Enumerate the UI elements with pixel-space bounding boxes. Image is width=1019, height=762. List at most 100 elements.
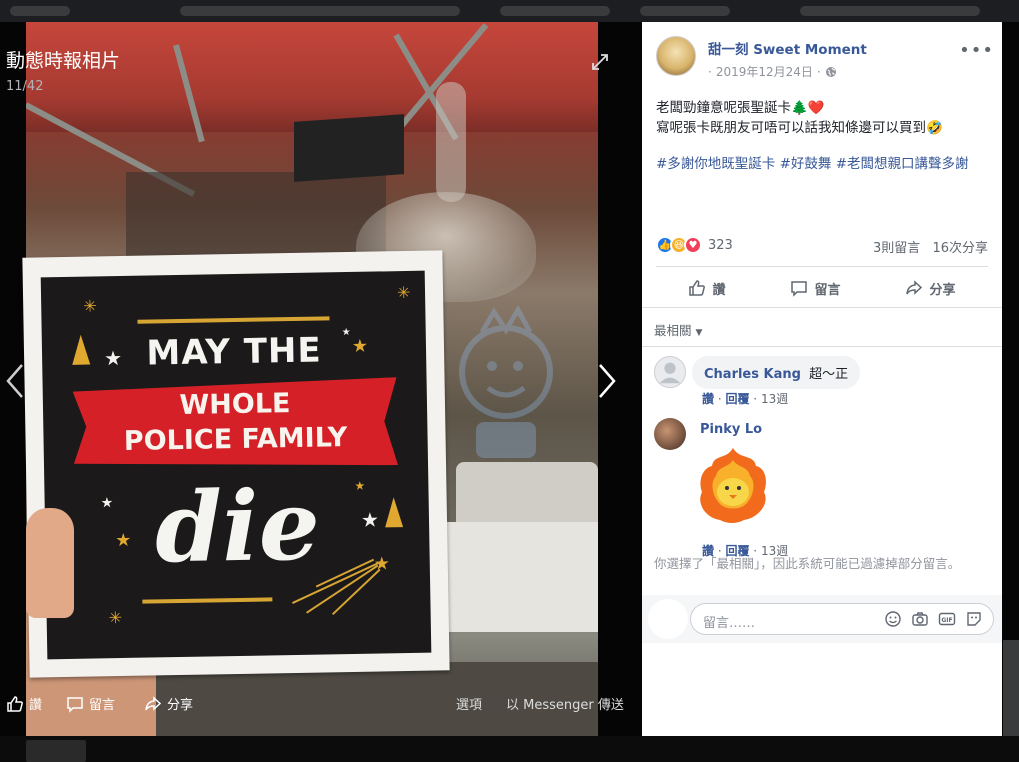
- card-star-icon: ✳: [108, 608, 123, 628]
- comment-input-placeholder: 留言……: [703, 616, 756, 631]
- dot-separator: ·: [708, 64, 712, 79]
- viewer-share-label: 分享: [167, 698, 194, 713]
- photo-viewer: MAY THE WHOLE POLICE FAMILY die ✳ ✳ ★ ★ …: [0, 0, 1019, 762]
- like-button-label: 讚: [712, 282, 726, 298]
- viewer-like-button[interactable]: 讚: [6, 694, 42, 713]
- post-body: 老闆勁鐘意呢張聖誕卡🌲❤️ 寫呢張卡既朋友可唔可以話我知條邊可以買到🤣 #多謝你…: [656, 98, 992, 174]
- viewer-bottom-bar: 讚 留言 分享 選項 以 Messenger 傳送: [0, 688, 640, 720]
- viewer-options-button[interactable]: 選項: [456, 694, 482, 713]
- viewer-title: 動態時報相片: [6, 50, 121, 72]
- comment-time[interactable]: 13週: [761, 392, 788, 406]
- globe-icon: [825, 66, 836, 77]
- comment-count-link[interactable]: 3則留言: [873, 241, 920, 256]
- card-shooting-star-trail: [292, 558, 383, 616]
- comment-text: 超～正: [809, 367, 849, 382]
- more-options-icon[interactable]: •••: [959, 40, 994, 61]
- next-photo-arrow-icon[interactable]: [596, 362, 618, 400]
- background-tab: [26, 740, 86, 762]
- card-star-icon: ★: [115, 529, 132, 552]
- love-reaction-icon: ♥: [684, 236, 702, 254]
- photo-awning: [26, 22, 598, 132]
- share-button[interactable]: 分享: [905, 272, 956, 304]
- emoji-icon[interactable]: [884, 610, 902, 628]
- post-date[interactable]: 2019年12月24日: [716, 63, 813, 80]
- viewer-like-label: 讚: [29, 698, 43, 713]
- card-tree-icon: [71, 334, 91, 365]
- gif-icon[interactable]: GIF: [938, 610, 956, 628]
- photo-counter: 11/42: [6, 79, 44, 94]
- card-text-may-the: MAY THE: [146, 330, 322, 374]
- card-face: MAY THE WHOLE POLICE FAMILY die ✳ ✳ ★ ★ …: [40, 270, 432, 660]
- my-avatar: [648, 599, 688, 639]
- divider: [642, 346, 1002, 347]
- viewer-comment-label: 留言: [89, 698, 116, 713]
- viewer-share-button[interactable]: 分享: [144, 694, 193, 713]
- greeting-card: MAY THE WHOLE POLICE FAMILY die ✳ ✳ ★ ★ …: [22, 250, 450, 678]
- card-star-icon: ✳: [396, 282, 411, 303]
- background-scrollbar: [1003, 640, 1019, 736]
- card-text-police-family: POLICE FAMILY: [123, 422, 348, 457]
- post-stats: 👍 😆 ♥ 323 3則留言 16次分享: [656, 234, 988, 256]
- card-gold-line: [142, 597, 273, 604]
- thumbs-up-icon: [689, 280, 706, 296]
- comment-like-link[interactable]: 讚: [702, 392, 714, 406]
- card-star-icon: ★: [100, 495, 114, 512]
- post-panel: 甜一刻 Sweet Moment · 2019年12月24日 · ••• 老闆勁…: [642, 22, 1002, 736]
- like-button[interactable]: 讚: [688, 272, 726, 304]
- post-header: 甜一刻 Sweet Moment · 2019年12月24日 · •••: [656, 36, 996, 80]
- commenter-name[interactable]: Charles Kang: [704, 367, 801, 382]
- commenter-name[interactable]: Pinky Lo: [700, 422, 762, 437]
- comment-icon: [791, 281, 808, 297]
- card-gold-line: [137, 316, 330, 324]
- viewer-comment-button[interactable]: 留言: [66, 694, 115, 713]
- previous-photo-arrow-icon[interactable]: [4, 362, 26, 400]
- post-actions: 讚 留言 分享: [656, 272, 988, 304]
- page-name-link[interactable]: 甜一刻 Sweet Moment: [708, 38, 867, 58]
- card-star-icon: ★: [351, 335, 369, 357]
- share-arrow-icon: [145, 695, 162, 711]
- card-star-icon: ★: [341, 326, 351, 339]
- divider: [656, 266, 988, 267]
- card-star-icon: ★: [360, 507, 380, 532]
- card-star-icon: ★: [103, 345, 123, 371]
- page-avatar[interactable]: [656, 36, 696, 76]
- share-arrow-icon: [906, 280, 923, 295]
- background-footer: [0, 736, 1019, 762]
- camera-icon[interactable]: [911, 610, 929, 628]
- photo-lamp: [436, 82, 466, 202]
- share-button-label: 分享: [929, 282, 956, 298]
- blurred-element: [10, 6, 70, 16]
- comment-button[interactable]: 留言: [790, 272, 841, 304]
- default-avatar-icon: [659, 362, 681, 384]
- post-meta: · 2019年12月24日 ·: [708, 63, 837, 80]
- blurred-search: [180, 6, 460, 16]
- post-counts: 3則留言 16次分享: [865, 237, 988, 256]
- post-hashtags[interactable]: #多謝你地既聖誕卡 #好鼓舞 #老闆想親口講聲多謝: [656, 154, 992, 174]
- composer-icons: GIF: [884, 610, 983, 628]
- viewer-messenger-button[interactable]: 以 Messenger 傳送: [506, 694, 624, 713]
- share-count-link[interactable]: 16次分享: [932, 241, 988, 256]
- svg-text:GIF: GIF: [941, 617, 952, 624]
- photo-plates: [446, 522, 598, 632]
- comment-sort-dropdown[interactable]: 最相關 ▼: [654, 320, 702, 339]
- sticker-icon[interactable]: [965, 610, 983, 628]
- post-text-line: 寫呢張卡既朋友可唔可以話我知條邊可以買到🤣: [656, 120, 943, 136]
- comment-button-label: 留言: [814, 282, 841, 298]
- card-star-icon: ✳: [83, 296, 97, 316]
- photo-shop-sign: [294, 114, 404, 182]
- watermark-logo: [459, 304, 553, 458]
- commenter-avatar[interactable]: [654, 418, 686, 450]
- fullscreen-icon[interactable]: [590, 52, 610, 72]
- fire-chick-sticker-icon[interactable]: [694, 446, 772, 524]
- comment-bubble: Charles Kang 超～正: [692, 356, 861, 389]
- reaction-summary[interactable]: 👍 😆 ♥ 323: [656, 236, 733, 254]
- card-star-icon: ★: [354, 478, 366, 493]
- comment-reply-link[interactable]: 回覆: [725, 392, 749, 406]
- chevron-down-icon: ▼: [695, 328, 703, 338]
- comment-sort-label: 最相關: [654, 323, 692, 338]
- card-tree-icon: [384, 497, 404, 528]
- filter-notice: 你選擇了「最相關」，因此系統可能已過濾掉部分留言。: [654, 556, 961, 571]
- blurred-element: [800, 6, 980, 16]
- commenter-avatar[interactable]: [654, 356, 686, 388]
- comment-input[interactable]: 留言…… GIF: [690, 603, 994, 635]
